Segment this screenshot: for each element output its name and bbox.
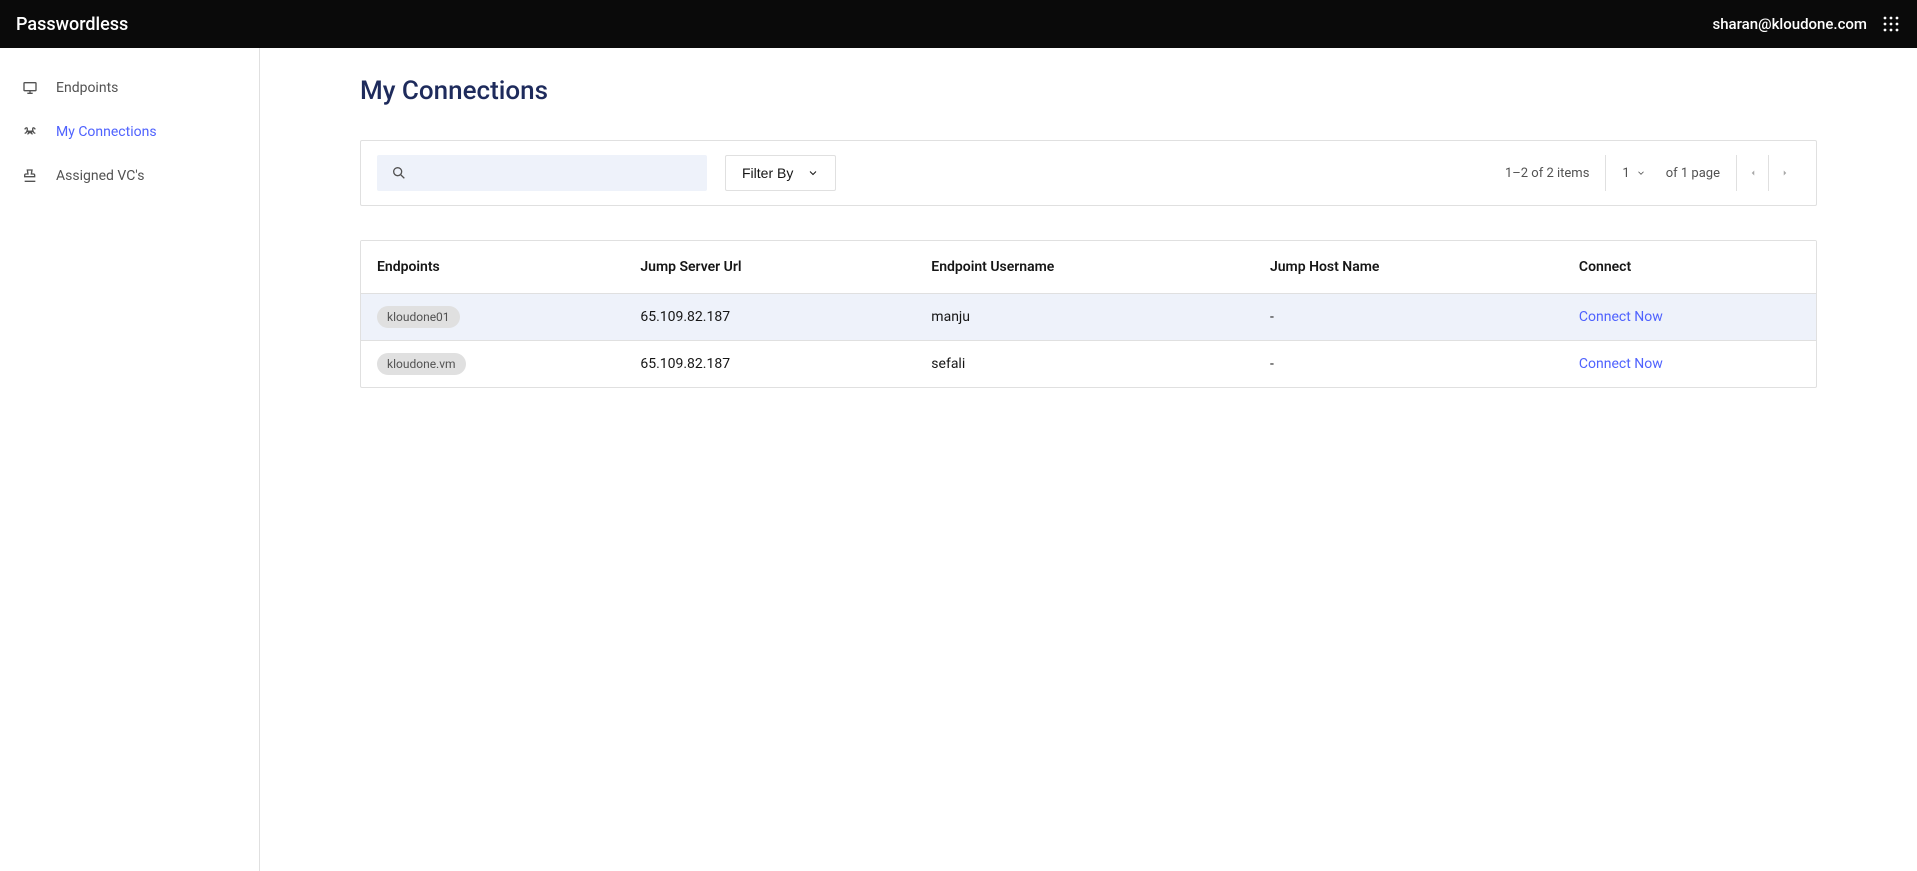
connect-now-link[interactable]: Connect Now — [1579, 356, 1663, 372]
connections-table-wrap: Endpoints Jump Server Url Endpoint Usern… — [360, 240, 1817, 388]
brand-title: Passwordless — [16, 14, 128, 35]
col-jump-host-name: Jump Host Name — [1254, 241, 1563, 294]
filter-by-button[interactable]: Filter By — [725, 155, 836, 191]
col-jump-server-url: Jump Server Url — [624, 241, 915, 294]
pagination-prev-button[interactable] — [1736, 155, 1768, 191]
search-input[interactable] — [415, 165, 693, 181]
connect-now-link[interactable]: Connect Now — [1579, 309, 1663, 325]
pagination-next-button[interactable] — [1768, 155, 1800, 191]
cell-endpoint: kloudone.vm — [361, 341, 624, 388]
col-endpoint-username: Endpoint Username — [915, 241, 1254, 294]
apps-menu-icon[interactable] — [1881, 14, 1901, 34]
col-connect: Connect — [1563, 241, 1816, 294]
endpoint-pill: kloudone.vm — [377, 353, 466, 375]
search-box[interactable] — [377, 155, 707, 191]
cell-username: sefali — [915, 341, 1254, 388]
sidebar-item-assigned-vcs[interactable]: Assigned VC's — [0, 154, 259, 198]
connections-table: Endpoints Jump Server Url Endpoint Usern… — [361, 241, 1816, 387]
app-header: Passwordless sharan@kloudone.com — [0, 0, 1917, 48]
stamp-icon — [22, 168, 38, 184]
chevron-down-icon — [1636, 168, 1646, 178]
cell-hostname: - — [1254, 294, 1563, 341]
table-header-row: Endpoints Jump Server Url Endpoint Usern… — [361, 241, 1816, 294]
cell-username: manju — [915, 294, 1254, 341]
cell-jump-url: 65.109.82.187 — [624, 294, 915, 341]
cell-endpoint: kloudone01 — [361, 294, 624, 341]
cell-connect: Connect Now — [1563, 294, 1816, 341]
cell-jump-url: 65.109.82.187 — [624, 341, 915, 388]
search-icon — [391, 165, 407, 181]
pagination-range: 1–2 of 2 items — [1489, 155, 1605, 191]
page-title: My Connections — [360, 76, 1817, 106]
pagination: 1–2 of 2 items 1 of 1 page — [1489, 155, 1800, 191]
cell-hostname: - — [1254, 341, 1563, 388]
page-suffix: of 1 page — [1666, 166, 1720, 181]
toolbar: Filter By 1–2 of 2 items 1 of 1 page — [360, 140, 1817, 206]
sidebar-item-label: Endpoints — [56, 80, 118, 96]
sidebar: Endpoints My Connections Assigned VC's — [0, 48, 260, 871]
header-right: sharan@kloudone.com — [1713, 14, 1902, 34]
signal-icon — [22, 124, 38, 140]
user-email[interactable]: sharan@kloudone.com — [1713, 15, 1868, 33]
main-content: My Connections Filter By 1–2 of 2 items — [260, 48, 1917, 871]
pagination-page-select[interactable]: 1 of 1 page — [1605, 155, 1736, 191]
table-row: kloudone.vm 65.109.82.187sefali-Connect N… — [361, 341, 1816, 388]
current-page: 1 — [1622, 166, 1629, 181]
sidebar-item-label: My Connections — [56, 124, 157, 140]
filter-label: Filter By — [742, 165, 793, 181]
sidebar-item-endpoints[interactable]: Endpoints — [0, 66, 259, 110]
monitor-icon — [22, 80, 38, 96]
sidebar-item-label: Assigned VC's — [56, 168, 144, 184]
col-endpoints: Endpoints — [361, 241, 624, 294]
endpoint-pill: kloudone01 — [377, 306, 460, 328]
table-row: kloudone01 65.109.82.187manju-Connect Now — [361, 294, 1816, 341]
cell-connect: Connect Now — [1563, 341, 1816, 388]
sidebar-item-my-connections[interactable]: My Connections — [0, 110, 259, 154]
chevron-down-icon — [807, 167, 819, 179]
